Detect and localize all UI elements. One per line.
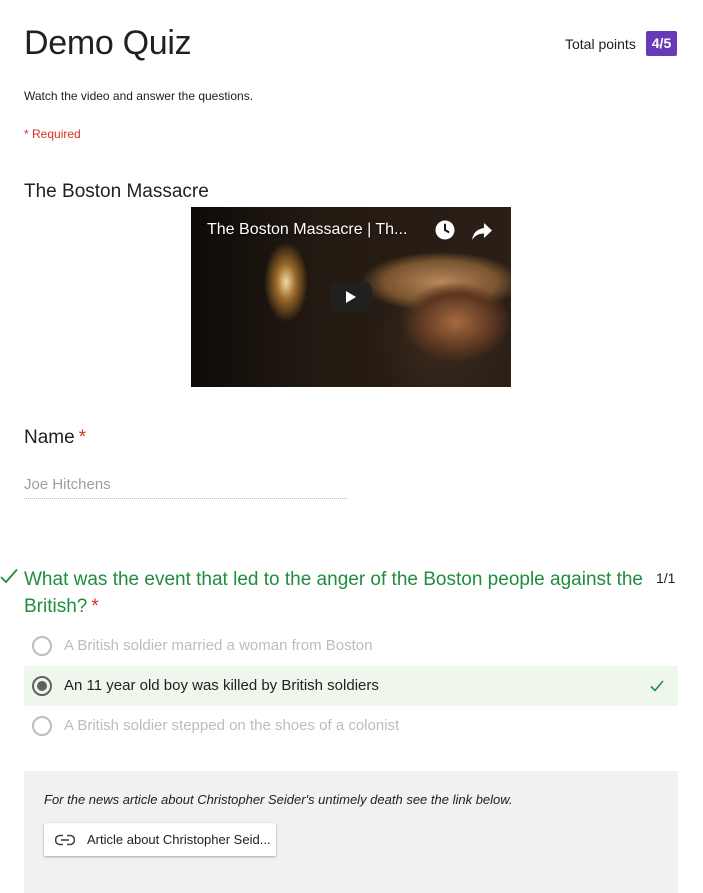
quiz-title: Demo Quiz xyxy=(24,24,192,62)
name-question-label: Name * xyxy=(24,427,86,449)
option-label: A British soldier married a woman from B… xyxy=(64,637,373,654)
required-marker: * xyxy=(91,596,99,617)
option-label: A British soldier stepped on the shoes o… xyxy=(64,717,400,734)
feedback-box: For the news article about Christopher S… xyxy=(24,771,678,893)
question-title: What was the event that led to the anger… xyxy=(24,566,649,620)
name-label-text: Name xyxy=(24,427,75,448)
share-icon[interactable] xyxy=(471,221,493,241)
video-title[interactable]: The Boston Massacre | Th... xyxy=(207,221,407,239)
radio-button[interactable] xyxy=(32,636,52,656)
quiz-description: Watch the video and answer the questions… xyxy=(24,89,254,103)
video-section-title: The Boston Massacre xyxy=(24,181,209,202)
link-icon xyxy=(54,833,76,846)
radio-button-checked[interactable] xyxy=(32,676,52,696)
radio-button[interactable] xyxy=(32,716,52,736)
clock-icon[interactable] xyxy=(435,220,455,240)
video-player[interactable]: The Boston Massacre | Th... xyxy=(191,207,511,387)
play-icon xyxy=(346,291,356,303)
name-input[interactable]: Joe Hitchens xyxy=(24,475,347,499)
article-link-label: Article about Christopher Seid... xyxy=(87,832,271,847)
question-score: 1/1 xyxy=(656,570,676,586)
total-points-label: Total points xyxy=(565,36,636,52)
play-button[interactable] xyxy=(330,282,372,312)
required-marker: * xyxy=(78,427,87,448)
answer-option[interactable]: A British soldier stepped on the shoes o… xyxy=(24,706,678,746)
answer-option-selected[interactable]: An 11 year old boy was killed by British… xyxy=(24,666,678,706)
check-icon xyxy=(650,679,664,692)
answer-option[interactable]: A British soldier married a woman from B… xyxy=(24,626,678,666)
score-badge: 4/5 xyxy=(646,31,677,56)
check-icon xyxy=(0,568,18,584)
required-note: * Required xyxy=(24,127,81,141)
question-text: What was the event that led to the anger… xyxy=(24,569,643,617)
feedback-text: For the news article about Christopher S… xyxy=(44,792,513,807)
option-label: An 11 year old boy was killed by British… xyxy=(64,677,379,694)
article-link-button[interactable]: Article about Christopher Seid... xyxy=(44,823,276,856)
